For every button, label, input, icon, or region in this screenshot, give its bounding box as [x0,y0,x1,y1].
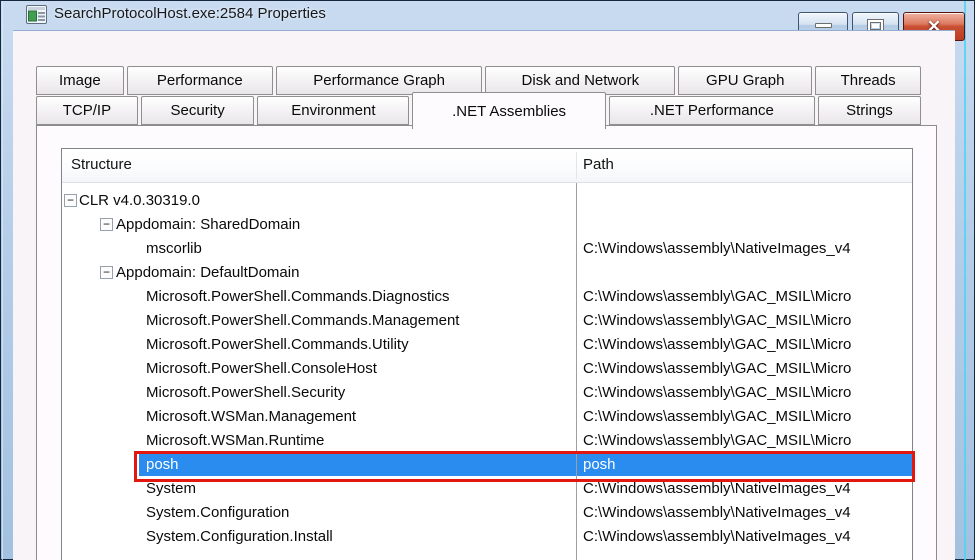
assembly-path: C:\Windows\assembly\GAC_MSIL\Micro [583,312,911,329]
tab-label: .NET Assemblies [452,103,566,120]
table-row[interactable]: System.Configuration C:\Windows\assembly\… [62,501,912,525]
tab-label: Performance Graph [313,72,445,89]
assembly-name: System.Configuration.Install [146,528,333,545]
tab-performance[interactable]: Performance [127,66,273,95]
table-row[interactable]: System C:\Windows\assembly\NativeImages_v… [62,477,912,501]
table-row[interactable]: Microsoft.PowerShell.Commands.Management… [62,309,912,333]
assembly-path: C:\Windows\assembly\GAC_MSIL\Micro [583,288,911,305]
tab-row-2: TCP/IP Security Environment .NET Assemblies… [36,96,921,126]
table-row[interactable]: Microsoft.PowerShell.Security C:\Windows\… [62,381,912,405]
assembly-name: System.Configuration [146,504,289,521]
window-title: SearchProtocolHost.exe:2584 Properties [54,5,326,22]
tab-label: TCP/IP [63,102,111,119]
tab-label: Image [59,72,101,89]
table-row[interactable]: mscorlib C:\Windows\assembly\NativeImages… [62,237,912,261]
tab-label: GPU Graph [706,72,784,89]
tab-net-performance[interactable]: .NET Performance [609,96,815,125]
assembly-path: posh [583,456,911,473]
tab-label: Threads [841,72,896,89]
minimize-icon [815,23,832,28]
list-header: Structure Path [62,149,912,183]
assembly-name: posh [146,456,179,473]
table-row[interactable]: −Appdomain: SharedDomain [62,213,912,237]
table-row[interactable]: −CLR v4.0.30319.0 [62,189,912,213]
table-row[interactable]: −Appdomain: DefaultDomain [62,261,912,285]
assemblies-list: Structure Path −CLR v4.0.30319.0−Appdoma… [61,148,913,560]
tab-security[interactable]: Security [141,96,254,125]
tab-environment[interactable]: Environment [257,96,409,125]
assembly-name: CLR v4.0.30319.0 [79,192,200,209]
assembly-name: Microsoft.PowerShell.Commands.Utility [146,336,409,353]
assembly-name: Microsoft.PowerShell.Commands.Diagnostic… [146,288,449,305]
table-row[interactable]: Microsoft.WSMan.Management C:\Windows\ass… [62,405,912,429]
tab-performance-graph[interactable]: Performance Graph [276,66,482,95]
column-header-path[interactable]: Path [583,156,614,173]
table-row[interactable]: posh posh [62,453,912,477]
assembly-path: C:\Windows\assembly\GAC_MSIL\Micro [583,336,911,353]
properties-window: SearchProtocolHost.exe:2584 Properties ✕… [0,0,975,560]
assembly-name: Microsoft.PowerShell.Commands.Management [146,312,459,329]
assembly-name: Microsoft.WSMan.Runtime [146,432,324,449]
assembly-name: Appdomain: SharedDomain [116,216,300,233]
assembly-name: System [146,480,196,497]
assembly-name: mscorlib [146,240,202,257]
collapse-icon[interactable]: − [100,218,113,231]
assembly-path: C:\Windows\assembly\NativeImages_v4 [583,528,911,545]
tab-image[interactable]: Image [36,66,124,95]
tab-label: Strings [846,102,893,119]
assembly-name: Microsoft.WSMan.Management [146,408,356,425]
list-body: −CLR v4.0.30319.0−Appdomain: SharedDomai… [62,183,912,560]
tab-disk-and-network[interactable]: Disk and Network [485,66,675,95]
assembly-name: Appdomain: DefaultDomain [116,264,299,281]
tab-gpu-graph[interactable]: GPU Graph [678,66,812,95]
tab-label: .NET Performance [650,102,774,119]
assembly-path: C:\Windows\assembly\NativeImages_v4 [583,480,911,497]
tab-label: Environment [291,102,375,119]
tab-tcp-ip[interactable]: TCP/IP [36,96,138,125]
assembly-path: C:\Windows\assembly\NativeImages_v4 [583,504,911,521]
column-divider-handle[interactable] [576,152,577,179]
assembly-path: C:\Windows\assembly\NativeImages_v4 [583,240,911,257]
tab-strings[interactable]: Strings [818,96,921,125]
table-row[interactable]: Microsoft.PowerShell.Commands.Utility C:\… [62,333,912,357]
table-row[interactable]: System.Configuration.Install C:\Windows\a… [62,525,912,549]
collapse-icon[interactable]: − [100,266,113,279]
assembly-name: Microsoft.PowerShell.ConsoleHost [146,360,377,377]
window-border-accent-left [2,1,3,560]
tab-label: Performance [157,72,243,89]
collapse-icon[interactable]: − [64,194,77,207]
assembly-path: C:\Windows\assembly\GAC_MSIL\Micro [583,384,911,401]
table-row[interactable]: Microsoft.WSMan.Runtime C:\Windows\assemb… [62,429,912,453]
column-header-structure[interactable]: Structure [71,156,132,173]
app-icon [26,5,47,24]
tab-net-assemblies[interactable]: .NET Assemblies [412,92,605,129]
assembly-path: C:\Windows\assembly\GAC_MSIL\Micro [583,432,911,449]
tab-label: Security [171,102,225,119]
tab-label: Disk and Network [522,72,640,89]
assembly-path: C:\Windows\assembly\GAC_MSIL\Micro [583,408,911,425]
table-row[interactable]: Microsoft.PowerShell.Commands.Diagnostic… [62,285,912,309]
assembly-name: Microsoft.PowerShell.Security [146,384,345,401]
table-row[interactable]: Microsoft.PowerShell.ConsoleHost C:\Windo… [62,357,912,381]
assembly-path: C:\Windows\assembly\GAC_MSIL\Micro [583,360,911,377]
titlebar[interactable]: SearchProtocolHost.exe:2584 Properties ✕ [0,0,975,30]
tab-threads[interactable]: Threads [815,66,921,95]
window-border-accent-right [964,1,966,560]
